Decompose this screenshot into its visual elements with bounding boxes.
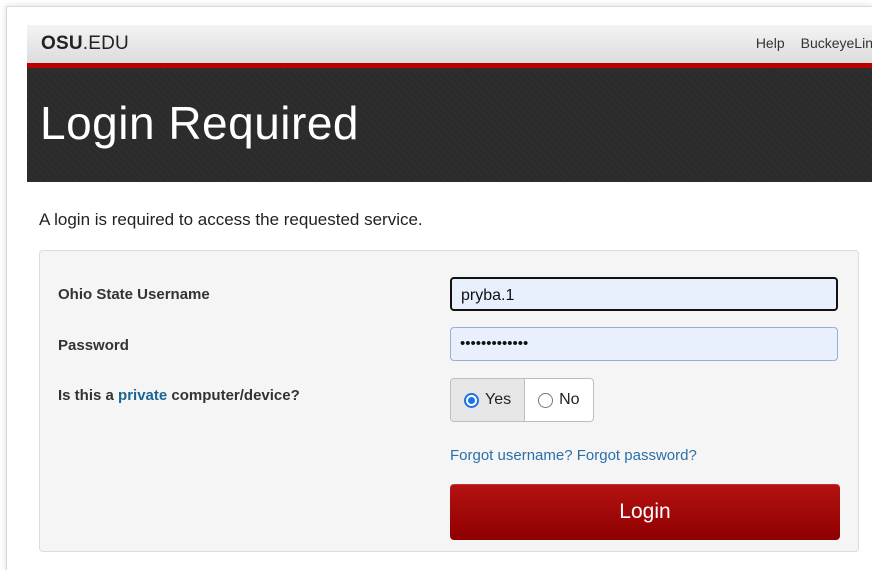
osu-top-bar: OSU.EDU Help BuckeyeLin [27, 25, 872, 63]
password-label: Password [58, 337, 129, 354]
browser-page: OSU.EDU Help BuckeyeLin Login Required A … [6, 6, 872, 570]
private-info-link[interactable]: private [118, 387, 167, 404]
no-option[interactable]: No [525, 379, 592, 421]
login-notice: A login is required to access the reques… [39, 210, 423, 229]
brand-bold: OSU [41, 33, 83, 54]
private-label-pre: Is this a [58, 387, 119, 404]
username-field[interactable]: pryba.1 [450, 277, 838, 311]
username-label: Ohio State Username [58, 286, 210, 303]
private-device-label: Is this a private computer/device? [58, 387, 300, 404]
radio-unchecked-icon[interactable] [538, 392, 554, 408]
password-field[interactable]: ••••••••••••• [450, 327, 838, 361]
login-form-panel: Ohio State Username pryba.1 Password •••… [39, 250, 859, 552]
brand-rest: .EDU [82, 33, 129, 54]
login-button[interactable]: Login [450, 484, 840, 540]
radio-checked-icon[interactable] [464, 392, 479, 408]
help-link[interactable]: Help [756, 35, 785, 51]
no-label: No [559, 391, 580, 408]
private-device-radio-group: Yes No [450, 378, 594, 422]
forgot-links: Forgot username? Forgot password? [450, 447, 697, 464]
yes-option[interactable]: Yes [451, 379, 526, 421]
osu-edu-logo[interactable]: OSU.EDU [41, 33, 129, 55]
buckeyelink-link[interactable]: BuckeyeLin [801, 35, 872, 51]
title-banner: Login Required [27, 68, 872, 182]
page-title: Login Required [40, 97, 360, 149]
top-links: Help BuckeyeLin [756, 35, 872, 51]
yes-label: Yes [485, 391, 512, 408]
forgot-password-link[interactable]: Forgot password? [577, 447, 697, 464]
private-label-post: computer/device? [167, 387, 300, 404]
forgot-username-link[interactable]: Forgot username? [450, 447, 573, 464]
